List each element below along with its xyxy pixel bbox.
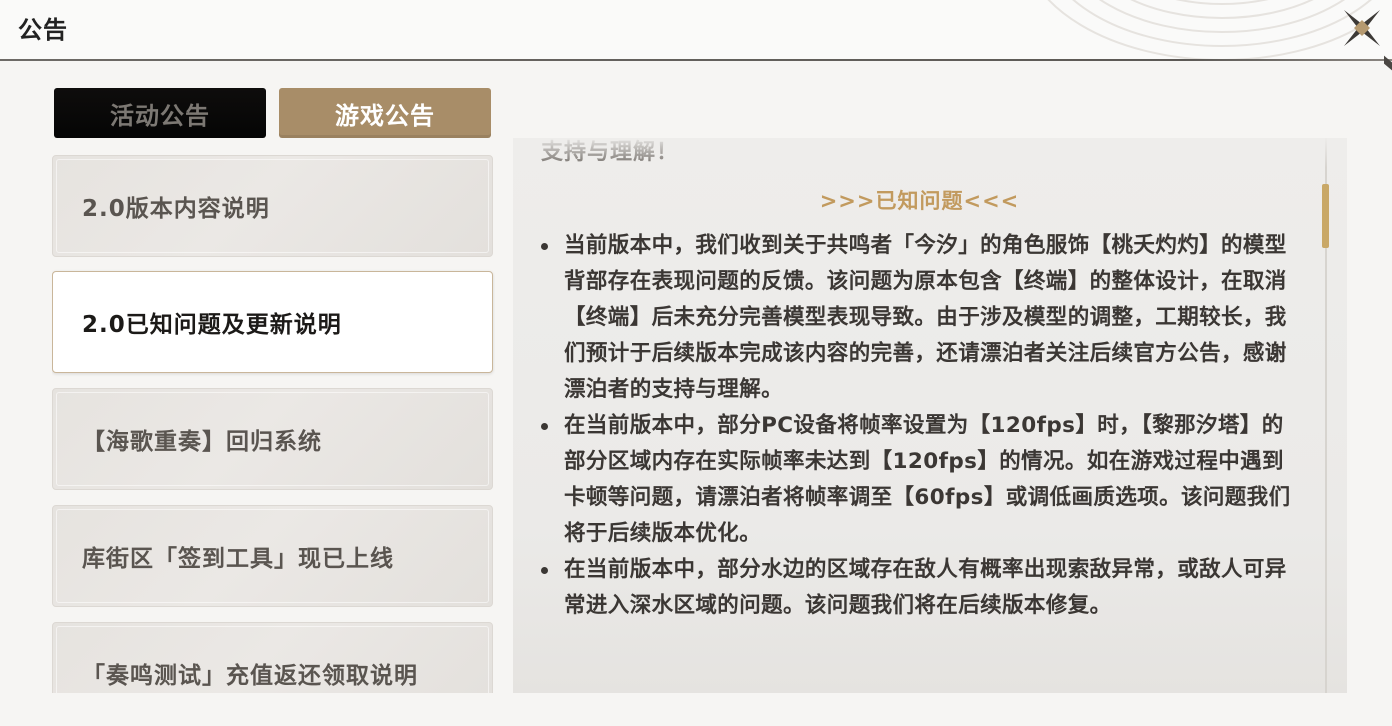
list-item: 在当前版本中，部分PC设备将帧率设置为【120fps】时，【黎那汐塔】的部分区域… xyxy=(541,408,1303,552)
announcement-content-panel[interactable]: 支持与理解！ >>>已知问题<<< 当前版本中，我们收到关于共鸣者「今汐」的角色… xyxy=(513,138,1347,693)
list-item: 在当前版本中，部分水边的区域存在敌人有概率出现索敌异常，或敌人可异常进入深水区域… xyxy=(541,552,1303,624)
list-item[interactable]: 「奏鸣测试」充值返还领取说明 xyxy=(52,622,493,693)
known-issues-list: 当前版本中，我们收到关于共鸣者「今汐」的角色服饰【桃夭灼灼】的模型背部存在表现问… xyxy=(541,228,1303,624)
list-item-selected[interactable]: 2.0已知问题及更新说明 xyxy=(52,271,493,373)
ring-pattern-icon xyxy=(1012,0,1372,100)
list-item[interactable]: 【海歌重奏】回归系统 xyxy=(52,388,493,490)
scrollbar-thumb[interactable] xyxy=(1322,184,1329,248)
list-item-label: 「奏鸣测试」充值返还领取说明 xyxy=(82,663,418,689)
list-item-label: 2.0版本内容说明 xyxy=(82,196,270,222)
tab-game-announcements[interactable]: 游戏公告 xyxy=(279,88,491,138)
header-bar: 公告 xyxy=(0,0,1392,61)
header-divider xyxy=(0,59,1392,61)
close-x-icon xyxy=(1344,10,1380,46)
list-item[interactable]: 2.0版本内容说明 xyxy=(52,155,493,257)
announcement-list[interactable]: 2.0版本内容说明 2.0已知问题及更新说明 【海歌重奏】回归系统 库街区「签到… xyxy=(52,153,495,693)
tab-event-announcements[interactable]: 活动公告 xyxy=(54,88,266,138)
list-item[interactable]: 库街区「签到工具」现已上线 xyxy=(52,505,493,607)
list-item: 当前版本中，我们收到关于共鸣者「今汐」的角色服饰【桃夭灼灼】的模型背部存在表现问… xyxy=(541,228,1303,408)
list-item-label: 【海歌重奏】回归系统 xyxy=(82,429,322,455)
list-item-label: 2.0已知问题及更新说明 xyxy=(82,312,342,338)
content-partial-line: 支持与理解！ xyxy=(541,140,680,165)
close-button[interactable] xyxy=(1340,6,1384,50)
tab-label: 活动公告 xyxy=(110,101,210,130)
page-title: 公告 xyxy=(18,16,68,44)
list-item-label: 库街区「签到工具」现已上线 xyxy=(82,546,394,572)
tab-label: 游戏公告 xyxy=(335,101,435,130)
section-heading: >>>已知问题<<< xyxy=(819,189,1020,213)
